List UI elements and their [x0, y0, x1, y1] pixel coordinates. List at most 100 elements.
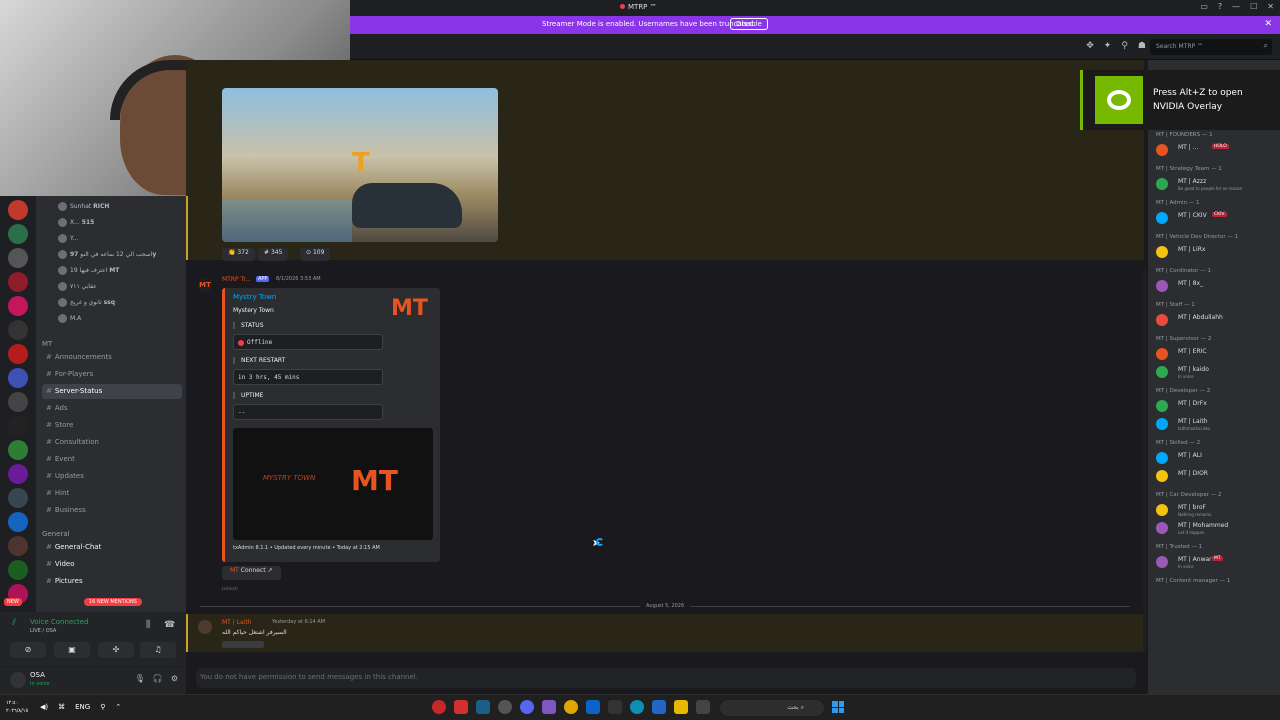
close-icon[interactable]: ✕ [1264, 19, 1272, 29]
screen-share-button[interactable]: ▣ [54, 642, 90, 658]
channel-video[interactable]: # Video [42, 557, 182, 572]
avatar[interactable] [198, 620, 212, 634]
reaction-button[interactable]: ⊙ 109 [300, 248, 331, 261]
channel-store[interactable]: # Store [42, 418, 182, 433]
voice-status[interactable]: Voice Connected [30, 618, 89, 626]
help-icon[interactable]: ? [1218, 2, 1222, 11]
server-icon[interactable] [8, 344, 28, 364]
channel-general-chat[interactable]: # General-Chat [42, 540, 182, 555]
disconnect-icon[interactable]: ☎ [164, 620, 175, 630]
server-icon[interactable] [8, 272, 28, 292]
member-item[interactable]: MT | Anwar MT In voice [1152, 554, 1276, 570]
member-item[interactable]: MT | ALI [1152, 450, 1276, 466]
server-icon[interactable] [8, 512, 28, 532]
member-item[interactable]: MT | ... HOLO [1152, 142, 1276, 158]
channel-consultation[interactable]: # Consultation [42, 435, 182, 450]
minimize-icon[interactable]: — [1232, 2, 1240, 11]
category-mt[interactable]: MT [42, 340, 52, 348]
voice-user[interactable]: ثانوي و غريخ ssq [58, 298, 115, 307]
volume-icon[interactable]: ◀) [40, 703, 48, 711]
bot-avatar[interactable]: MT [198, 278, 212, 292]
threads-icon[interactable]: ✥ [1086, 41, 1094, 51]
maximize-icon[interactable]: ☐ [1250, 2, 1257, 11]
server-icon[interactable] [8, 296, 28, 316]
gear-icon[interactable]: ⚙ [171, 674, 178, 683]
discord-icon[interactable] [520, 700, 534, 714]
channel-event[interactable]: # Event [42, 452, 182, 467]
category-general[interactable]: General [42, 530, 70, 538]
new-mentions-badge[interactable]: 16 NEW MENTIONS [84, 598, 142, 606]
channel-pictures[interactable]: # Pictures [42, 574, 182, 589]
voice-user[interactable]: اسحب الي 12 ساعه في النو 97y [58, 250, 156, 259]
new-badge[interactable]: NEW [4, 598, 22, 606]
member-item[interactable]: MT | 8x_ [1152, 278, 1276, 294]
member-item[interactable]: MT | LiRx [1152, 244, 1276, 260]
member-item[interactable]: MT | broF Nothing remains. [1152, 502, 1276, 518]
noise-suppression-icon[interactable]: ⫼ [146, 620, 150, 630]
server-icon[interactable] [8, 200, 28, 220]
embed-thumbnail[interactable]: MT [391, 296, 428, 321]
opera-icon[interactable] [432, 700, 446, 714]
channel-server-status[interactable]: # Server-Status [42, 384, 182, 399]
app-icon[interactable] [652, 700, 666, 714]
server-icon[interactable] [8, 464, 28, 484]
close-window-icon[interactable]: ✕ [1267, 2, 1274, 11]
bot-author[interactable]: MTRP Tr... [222, 276, 251, 283]
member-item[interactable]: MT | Mohammed Let it happen. [1152, 520, 1276, 536]
member-item[interactable]: MT | DrFx [1152, 398, 1276, 414]
member-list-icon[interactable]: ☗ [1138, 41, 1146, 51]
app-icon[interactable] [454, 700, 468, 714]
embed-author[interactable]: Mystry Town [233, 293, 276, 301]
mic-icon[interactable]: 🎙 [135, 674, 145, 683]
avatar[interactable] [10, 672, 26, 688]
taskbar-search[interactable]: بحث ⌕ [720, 700, 824, 716]
pin-icon[interactable]: ⚲ [1121, 41, 1128, 51]
notification-icon[interactable]: ✦ [1104, 41, 1112, 51]
channel-updates[interactable]: # Updates [42, 469, 182, 484]
member-item[interactable]: MT | Abdullahh [1152, 312, 1276, 328]
camera-button[interactable]: ⊘ [10, 642, 46, 658]
channel-business[interactable]: # Business [42, 503, 182, 518]
channel-announcements[interactable]: # Announcements [42, 350, 182, 365]
chrome-icon[interactable] [564, 700, 578, 714]
language-indicator[interactable]: ENG [75, 703, 90, 711]
channel-ads[interactable]: # Ads [42, 401, 182, 416]
member-item[interactable]: MT | CKIV CKIV [1152, 210, 1276, 226]
server-icon[interactable] [8, 392, 28, 412]
server-icon[interactable] [8, 368, 28, 388]
app-icon[interactable] [542, 700, 556, 714]
tray-chevron-icon[interactable]: ⌃ [115, 703, 121, 711]
server-icon[interactable] [8, 224, 28, 244]
usb-icon[interactable]: ⚲ [100, 703, 105, 711]
voice-user[interactable]: Sunhat RICH [58, 202, 109, 211]
search-input[interactable]: Search MTRP ™ ⌕ [1150, 39, 1272, 55]
file-explorer-icon[interactable] [674, 700, 688, 714]
reaction-button[interactable]: # 345 [258, 248, 289, 261]
member-item[interactable]: MT | Azzz Be good to people for no reason [1152, 176, 1276, 192]
app-icon[interactable] [696, 700, 710, 714]
connect-button[interactable]: MT Connect ↗ [222, 566, 281, 580]
settings-icon[interactable] [498, 700, 512, 714]
voice-user[interactable]: Y... [58, 234, 78, 243]
soundboard-button[interactable]: ♫ [140, 642, 176, 658]
chat-scrollbar[interactable] [1143, 268, 1146, 652]
embed-image[interactable]: MYSTRY TOWN MT [233, 428, 433, 540]
server-icon[interactable] [8, 320, 28, 340]
voice-user[interactable]: X... 515 [58, 218, 94, 227]
steam-icon[interactable] [476, 700, 490, 714]
member-item[interactable]: MT | DIOR [1152, 468, 1276, 484]
disable-streamer-button[interactable]: Disable [730, 18, 768, 30]
server-icon[interactable] [8, 488, 28, 508]
voice-user[interactable]: M.A [58, 314, 81, 323]
calendar-icon[interactable] [608, 700, 622, 714]
server-icon[interactable] [8, 536, 28, 556]
edge-icon[interactable] [630, 700, 644, 714]
server-icon[interactable] [8, 248, 28, 268]
server-icon[interactable] [8, 560, 28, 580]
headphones-icon[interactable]: 🎧 [153, 674, 163, 683]
reaction-button[interactable]: 👏 372 [222, 248, 255, 261]
windows-start-icon[interactable] [832, 701, 844, 713]
inbox-icon[interactable]: ▭ [1200, 2, 1208, 11]
channel-hint[interactable]: # Hint [42, 486, 182, 501]
member-item[interactable]: MT | ERIC [1152, 346, 1276, 362]
